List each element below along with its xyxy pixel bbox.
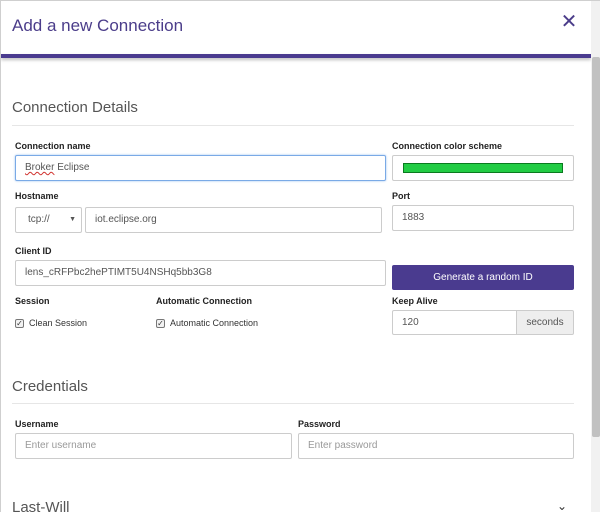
automatic-connection-text: Automatic Connection	[170, 318, 259, 328]
clean-session-checkbox-row[interactable]: ✓ Clean Session	[15, 318, 87, 328]
password-label: Password	[298, 419, 341, 429]
client-id-label: Client ID	[15, 246, 52, 256]
clean-session-label: Clean Session	[29, 318, 88, 328]
port-input[interactable]: 1883	[392, 205, 574, 231]
dialog-title: Add a new Connection	[12, 16, 184, 35]
generate-random-id-button[interactable]: Generate a random ID	[392, 265, 574, 290]
connection-name-value-misspelled: Broker	[25, 162, 55, 173]
keep-alive-unit: seconds	[516, 310, 574, 335]
scrollbar[interactable]	[591, 1, 600, 512]
section-divider	[12, 125, 574, 126]
session-label: Session	[15, 296, 50, 306]
color-scheme-label: Connection color scheme	[392, 141, 503, 151]
section-title-last-will[interactable]: Last-Will	[12, 499, 70, 512]
port-label: Port	[392, 191, 410, 201]
hostname-label: Hostname	[15, 191, 59, 201]
section-divider	[12, 403, 574, 404]
keep-alive-input[interactable]: 120	[392, 310, 517, 335]
section-title-connection-details: Connection Details	[12, 99, 138, 116]
connection-name-value: Eclipse	[54, 162, 90, 173]
username-placeholder: Enter username	[25, 440, 97, 451]
dialog-header: Add a new Connection ✕	[1, 1, 600, 58]
checkbox-checked-icon[interactable]: ✓	[15, 318, 24, 328]
protocol-select[interactable]: tcp:// ▼	[15, 207, 82, 233]
close-icon[interactable]: ✕	[559, 11, 579, 33]
password-input[interactable]: Enter password	[298, 433, 574, 459]
automatic-connection-label: Automatic Connection	[156, 296, 252, 306]
header-divider	[1, 54, 591, 58]
automatic-connection-checkbox-row[interactable]: ✓ Automatic Connection	[156, 318, 258, 328]
connection-name-label: Connection name	[15, 141, 91, 151]
connection-name-input[interactable]: Broker Eclipse	[15, 155, 386, 181]
hostname-input[interactable]: iot.eclipse.org	[85, 207, 382, 233]
protocol-value: tcp://	[28, 214, 50, 225]
client-id-input[interactable]: lens_cRFPbc2hePTIMT5U4NSHq5bb3G8	[15, 260, 386, 286]
username-input[interactable]: Enter username	[15, 433, 292, 459]
section-title-credentials: Credentials	[12, 378, 88, 395]
keep-alive-label: Keep Alive	[392, 296, 438, 306]
chevron-down-icon[interactable]: ⌄	[554, 499, 570, 512]
password-placeholder: Enter password	[308, 440, 378, 451]
username-label: Username	[15, 419, 59, 429]
scrollbar-thumb[interactable]	[592, 57, 600, 437]
checkbox-checked-icon[interactable]: ✓	[156, 318, 165, 328]
add-connection-dialog: Add a new Connection ✕ Connection Detail…	[0, 0, 600, 512]
color-scheme-picker[interactable]	[392, 155, 574, 181]
caret-down-icon: ▼	[69, 216, 76, 223]
color-swatch	[403, 163, 563, 173]
